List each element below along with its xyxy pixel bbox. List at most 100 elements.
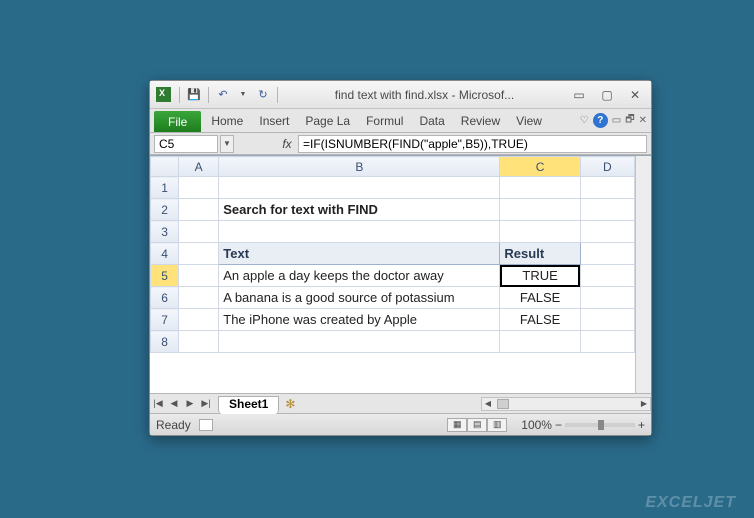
col-header-B[interactable]: B [219, 157, 500, 177]
cell-A3[interactable] [179, 221, 219, 243]
zoom-slider[interactable] [565, 423, 635, 427]
view-normal-icon[interactable]: ▦ [447, 418, 467, 432]
cell-C8[interactable] [500, 331, 580, 353]
cell-D2[interactable] [580, 199, 634, 221]
tab-review[interactable]: Review [453, 109, 508, 132]
sheet-nav-next-icon[interactable]: ▶ [182, 398, 198, 409]
cell-A7[interactable] [179, 309, 219, 331]
sheet-nav-prev-icon[interactable]: ◀ [166, 398, 182, 409]
cell-B1[interactable] [219, 177, 500, 199]
cell-D7[interactable] [580, 309, 634, 331]
formula-bar-row: C5 ▼ fx =IF(ISNUMBER(FIND("apple",B5)),T… [150, 133, 651, 155]
col-header-D[interactable]: D [580, 157, 634, 177]
cell-B6[interactable]: A banana is a good source of potassium [219, 287, 500, 309]
separator [277, 87, 278, 103]
worksheet-grid[interactable]: A B C D 1 2 [150, 156, 635, 353]
cell-C2[interactable] [500, 199, 580, 221]
cell-A1[interactable] [179, 177, 219, 199]
tab-insert[interactable]: Insert [251, 109, 297, 132]
window-controls: ▭ ▢ ✕ [569, 88, 645, 102]
horizontal-scrollbar[interactable]: ◀ ▶ [481, 397, 651, 411]
cell-C4[interactable]: Result [500, 243, 580, 265]
ribbon-tabs: File Home Insert Page La Formul Data Rev… [150, 109, 651, 133]
status-bar: Ready ▦ ▤ ▥ 100% − + [150, 413, 651, 435]
cell-B2[interactable]: Search for text with FIND [219, 199, 500, 221]
row-header-6[interactable]: 6 [151, 287, 179, 309]
cell-D8[interactable] [580, 331, 634, 353]
zoom-in-icon[interactable]: + [638, 418, 645, 432]
cell-A5[interactable] [179, 265, 219, 287]
name-box-dropdown-icon[interactable]: ▼ [220, 135, 234, 153]
cell-D4[interactable] [580, 243, 634, 265]
cell-D1[interactable] [580, 177, 634, 199]
zoom-out-icon[interactable]: − [555, 418, 562, 432]
titlebar: 💾 ↶ ▼ ↻ find text with find.xlsx - Micro… [150, 81, 651, 109]
cell-B8[interactable] [219, 331, 500, 353]
sheet-nav-last-icon[interactable]: ▶| [198, 398, 214, 409]
cell-B5[interactable]: An apple a day keeps the doctor away [219, 265, 500, 287]
cell-B3[interactable] [219, 221, 500, 243]
cell-A8[interactable] [179, 331, 219, 353]
cell-A2[interactable] [179, 199, 219, 221]
close-button[interactable]: ✕ [625, 88, 645, 102]
cell-D3[interactable] [580, 221, 634, 243]
status-text: Ready [156, 418, 191, 432]
tab-page-layout[interactable]: Page La [297, 109, 358, 132]
ribbon-restore-icon[interactable]: 🗗 [625, 112, 634, 129]
cell-C1[interactable] [500, 177, 580, 199]
row-header-3[interactable]: 3 [151, 221, 179, 243]
help-icon[interactable]: ? [593, 113, 608, 128]
app-window: 💾 ↶ ▼ ↻ find text with find.xlsx - Micro… [149, 80, 652, 436]
tab-view[interactable]: View [508, 109, 550, 132]
cell-C6[interactable]: FALSE [500, 287, 580, 309]
sheet-tab-bar: |◀ ◀ ▶ ▶| Sheet1 ✻ ◀ ▶ [150, 393, 651, 413]
cell-C7[interactable]: FALSE [500, 309, 580, 331]
maximize-button[interactable]: ▢ [597, 88, 617, 102]
row-header-2[interactable]: 2 [151, 199, 179, 221]
worksheet-area: A B C D 1 2 [150, 155, 651, 393]
row-header-1[interactable]: 1 [151, 177, 179, 199]
col-header-C[interactable]: C [500, 157, 580, 177]
view-page-layout-icon[interactable]: ▤ [467, 418, 487, 432]
excel-logo-icon [156, 87, 171, 102]
macro-record-icon[interactable] [199, 419, 213, 431]
new-sheet-icon[interactable]: ✻ [285, 397, 305, 411]
name-box[interactable]: C5 [154, 135, 218, 153]
sheet-nav-first-icon[interactable]: |◀ [150, 398, 166, 409]
save-icon[interactable]: 💾 [186, 87, 202, 103]
ribbon-close-icon[interactable]: ✕ [639, 115, 647, 126]
sheet-tab-sheet1[interactable]: Sheet1 [218, 396, 279, 414]
view-page-break-icon[interactable]: ▥ [487, 418, 507, 432]
row-header-7[interactable]: 7 [151, 309, 179, 331]
cell-A4[interactable] [179, 243, 219, 265]
row-header-5[interactable]: 5 [151, 265, 179, 287]
cell-A6[interactable] [179, 287, 219, 309]
ribbon-min-icon[interactable]: ▭ [612, 115, 621, 126]
cell-C3[interactable] [500, 221, 580, 243]
ribbon-expand-icon[interactable]: ♡ [580, 115, 589, 126]
minimize-button[interactable]: ▭ [569, 88, 589, 102]
col-header-A[interactable]: A [179, 157, 219, 177]
cell-D5[interactable] [580, 265, 634, 287]
cell-D6[interactable] [580, 287, 634, 309]
row-header-8[interactable]: 8 [151, 331, 179, 353]
tab-file[interactable]: File [154, 111, 201, 132]
vertical-scrollbar[interactable] [635, 156, 651, 393]
cell-B4[interactable]: Text [219, 243, 500, 265]
formula-bar[interactable]: =IF(ISNUMBER(FIND("apple",B5)),TRUE) [298, 135, 647, 153]
tab-data[interactable]: Data [411, 109, 452, 132]
separator [179, 87, 180, 103]
undo-dropdown-icon[interactable]: ▼ [235, 87, 251, 103]
cell-C5[interactable]: TRUE [500, 265, 580, 287]
row-header-4[interactable]: 4 [151, 243, 179, 265]
tab-home[interactable]: Home [203, 109, 251, 132]
window-title: find text with find.xlsx - Microsof... [284, 88, 565, 102]
fx-icon[interactable]: fx [278, 137, 296, 151]
cell-B7[interactable]: The iPhone was created by Apple [219, 309, 500, 331]
tab-formulas[interactable]: Formul [358, 109, 411, 132]
undo-icon[interactable]: ↶ [215, 87, 231, 103]
separator [208, 87, 209, 103]
redo-icon[interactable]: ↻ [255, 87, 271, 103]
select-all-corner[interactable] [151, 157, 179, 177]
zoom-level[interactable]: 100% [521, 418, 552, 432]
